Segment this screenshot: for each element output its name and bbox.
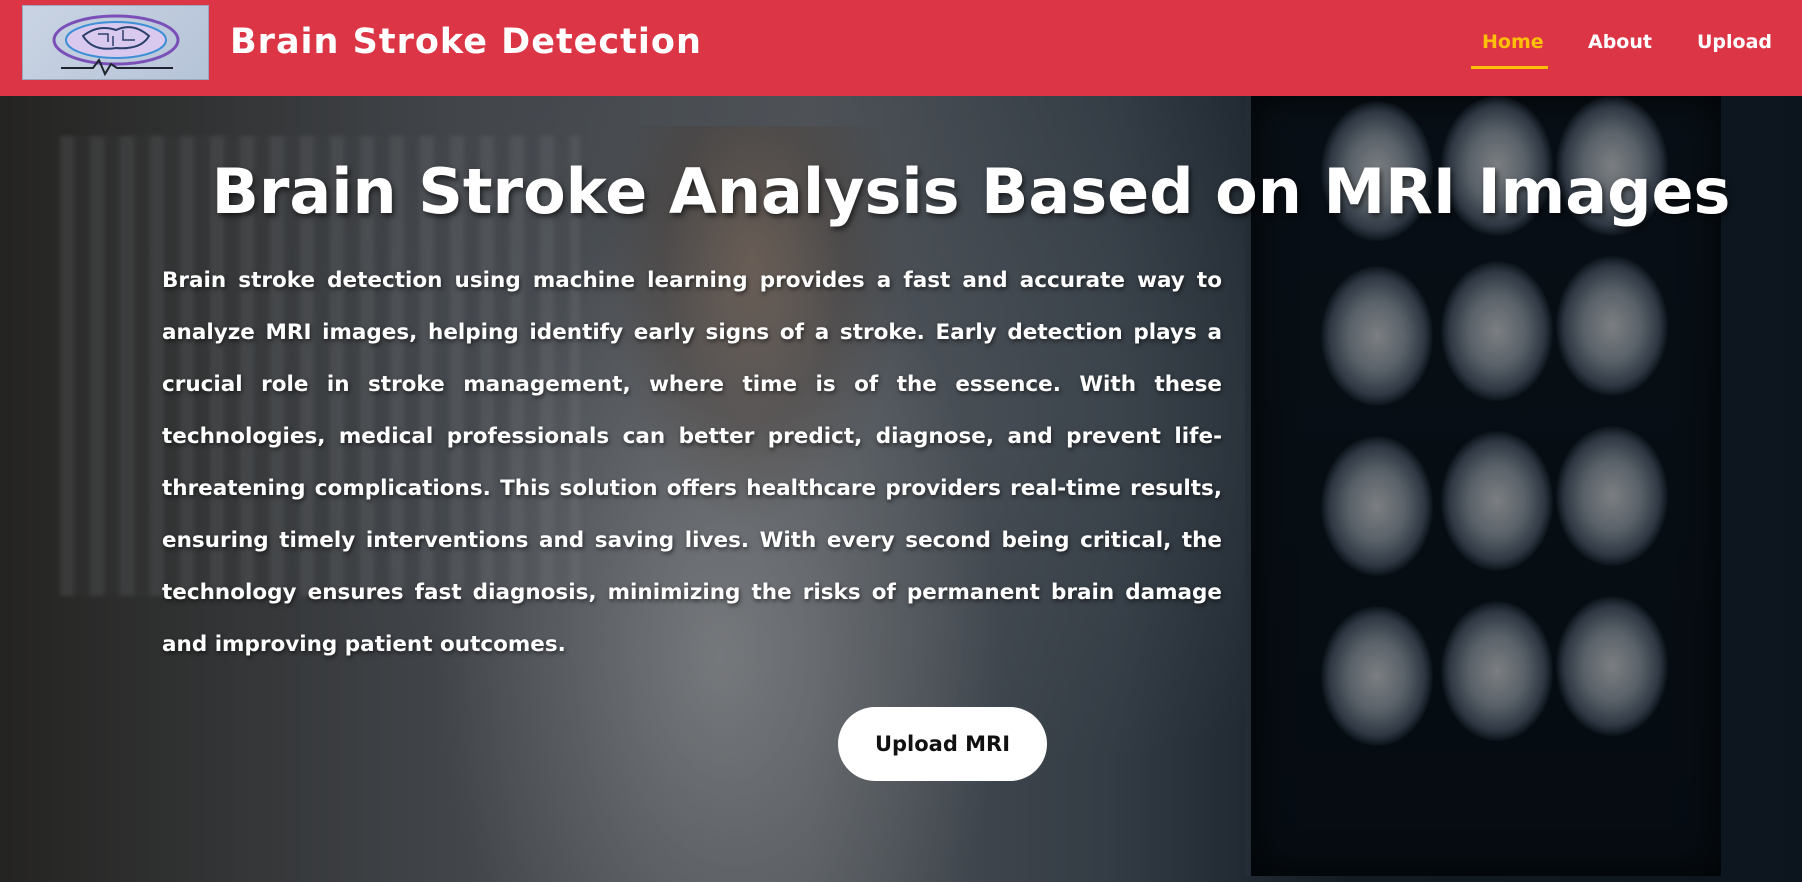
brand-title[interactable]: Brain Stroke Detection (230, 20, 702, 64)
page: Brain Stroke Detection Home About Upload… (0, 0, 1802, 882)
navbar: Brain Stroke Detection Home About Upload (0, 0, 1802, 96)
nav-about-link[interactable]: About (1588, 28, 1652, 56)
brain-circuit-logo-icon[interactable] (22, 5, 209, 80)
logo-graphic (52, 14, 180, 77)
nav-upload-link[interactable]: Upload (1697, 28, 1772, 56)
hero-description: Brain stroke detection using machine lea… (162, 268, 1222, 657)
hero-title: Brain Stroke Analysis Based on MRI Image… (211, 154, 1731, 228)
nav-home-link[interactable]: Home (1482, 28, 1544, 56)
upload-mri-button[interactable]: Upload MRI (838, 707, 1047, 781)
nav-active-indicator (1471, 66, 1548, 69)
